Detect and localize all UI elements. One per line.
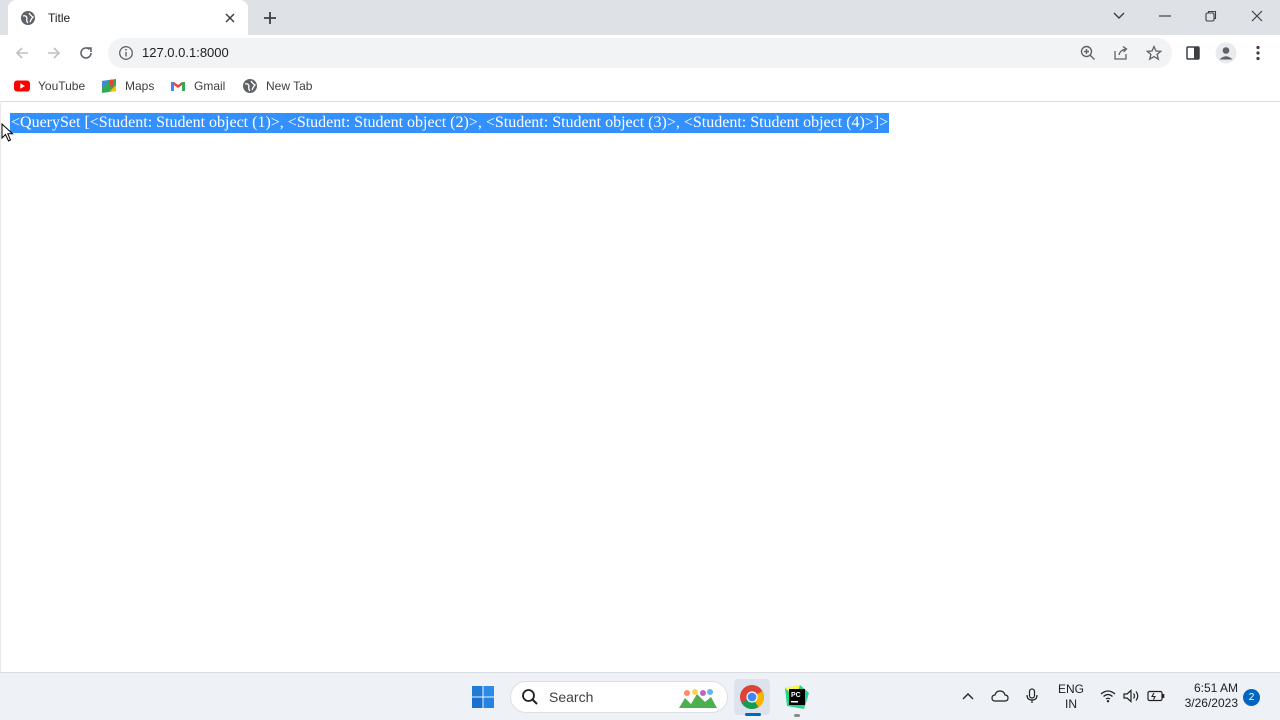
globe-icon	[242, 78, 258, 94]
restore-button[interactable]	[1197, 4, 1225, 28]
bookmark-label: YouTube	[38, 79, 86, 93]
bookmark-label: Maps	[125, 79, 155, 93]
zoom-icon[interactable]	[1078, 43, 1098, 63]
volume-icon[interactable]	[1121, 685, 1143, 707]
forward-button[interactable]	[41, 40, 67, 66]
close-window-button[interactable]	[1243, 4, 1271, 28]
bookmark-gmail[interactable]: Gmail	[170, 76, 225, 96]
tab-title: Title	[48, 10, 71, 25]
search-label: Search	[549, 689, 594, 705]
tab-search-icon[interactable]	[1105, 4, 1133, 28]
search-highlight-icon	[677, 688, 717, 708]
chrome-active-indicator	[745, 713, 761, 716]
globe-icon	[20, 10, 36, 26]
queryset-output-text: <QuerySet [<Student: Student object (1)>…	[10, 113, 890, 133]
wifi-icon[interactable]	[1097, 685, 1119, 707]
clock-date: 3/26/2023	[1184, 696, 1238, 710]
pycharm-icon: PC	[784, 684, 810, 710]
taskbar-search-box[interactable]: Search	[510, 681, 728, 713]
bookmark-new-tab[interactable]: New Tab	[242, 76, 312, 96]
battery-icon[interactable]	[1145, 685, 1167, 707]
search-icon	[521, 688, 539, 706]
youtube-icon	[14, 78, 30, 94]
onedrive-cloud-icon[interactable]	[989, 685, 1011, 707]
mouse-cursor-icon	[1, 122, 15, 143]
bookmark-label: New Tab	[266, 79, 313, 93]
tab-strip: Title	[0, 0, 1280, 35]
url-text: 127.0.0.1:8000	[142, 45, 229, 60]
taskbar-chrome-app[interactable]	[734, 679, 770, 715]
language-indicator[interactable]: ENG IN	[1056, 682, 1086, 712]
back-button[interactable]	[9, 40, 35, 66]
browser-toolbar: 127.0.0.1:8000	[0, 35, 1280, 70]
show-hidden-icons-chevron-icon[interactable]	[957, 685, 979, 707]
side-panel-icon[interactable]	[1180, 40, 1206, 66]
browser-tab[interactable]: Title	[8, 0, 248, 35]
bookmark-label: Gmail	[194, 79, 226, 93]
address-bar[interactable]: 127.0.0.1:8000	[108, 38, 1172, 68]
profile-avatar-icon[interactable]	[1213, 40, 1239, 66]
svg-text:PC: PC	[791, 692, 801, 699]
system-clock[interactable]: 6:51 AM 3/26/2023	[1172, 681, 1238, 711]
info-icon[interactable]	[118, 45, 134, 61]
bookmark-star-icon[interactable]	[1144, 43, 1164, 63]
region-code: IN	[1065, 697, 1077, 711]
windows-taskbar: Search PC ENG IN 6:51 AM 3/26/2023 2	[0, 672, 1280, 720]
language-code: ENG	[1057, 682, 1084, 696]
gmail-icon	[170, 78, 186, 94]
maps-icon	[101, 78, 117, 94]
taskbar-pycharm-app[interactable]: PC	[779, 679, 815, 715]
page-content: <QuerySet [<Student: Student object (1)>…	[0, 103, 1280, 673]
menu-kebab-icon[interactable]	[1245, 40, 1271, 66]
notification-count-badge[interactable]: 2	[1243, 689, 1260, 706]
reload-button[interactable]	[73, 40, 99, 66]
close-tab-icon[interactable]	[222, 10, 238, 26]
minimize-button[interactable]	[1151, 4, 1179, 28]
chrome-icon	[739, 684, 765, 710]
new-tab-button[interactable]	[260, 8, 280, 28]
start-button[interactable]	[465, 679, 501, 715]
bookmark-maps[interactable]: Maps	[101, 76, 154, 96]
microphone-icon[interactable]	[1021, 685, 1043, 707]
pycharm-running-indicator	[794, 714, 800, 717]
bookmark-youtube[interactable]: YouTube	[14, 76, 85, 96]
clock-time: 6:51 AM	[1193, 681, 1238, 695]
bookmarks-bar: YouTube Maps Gmail New Tab	[0, 70, 1280, 102]
share-icon[interactable]	[1111, 43, 1131, 63]
